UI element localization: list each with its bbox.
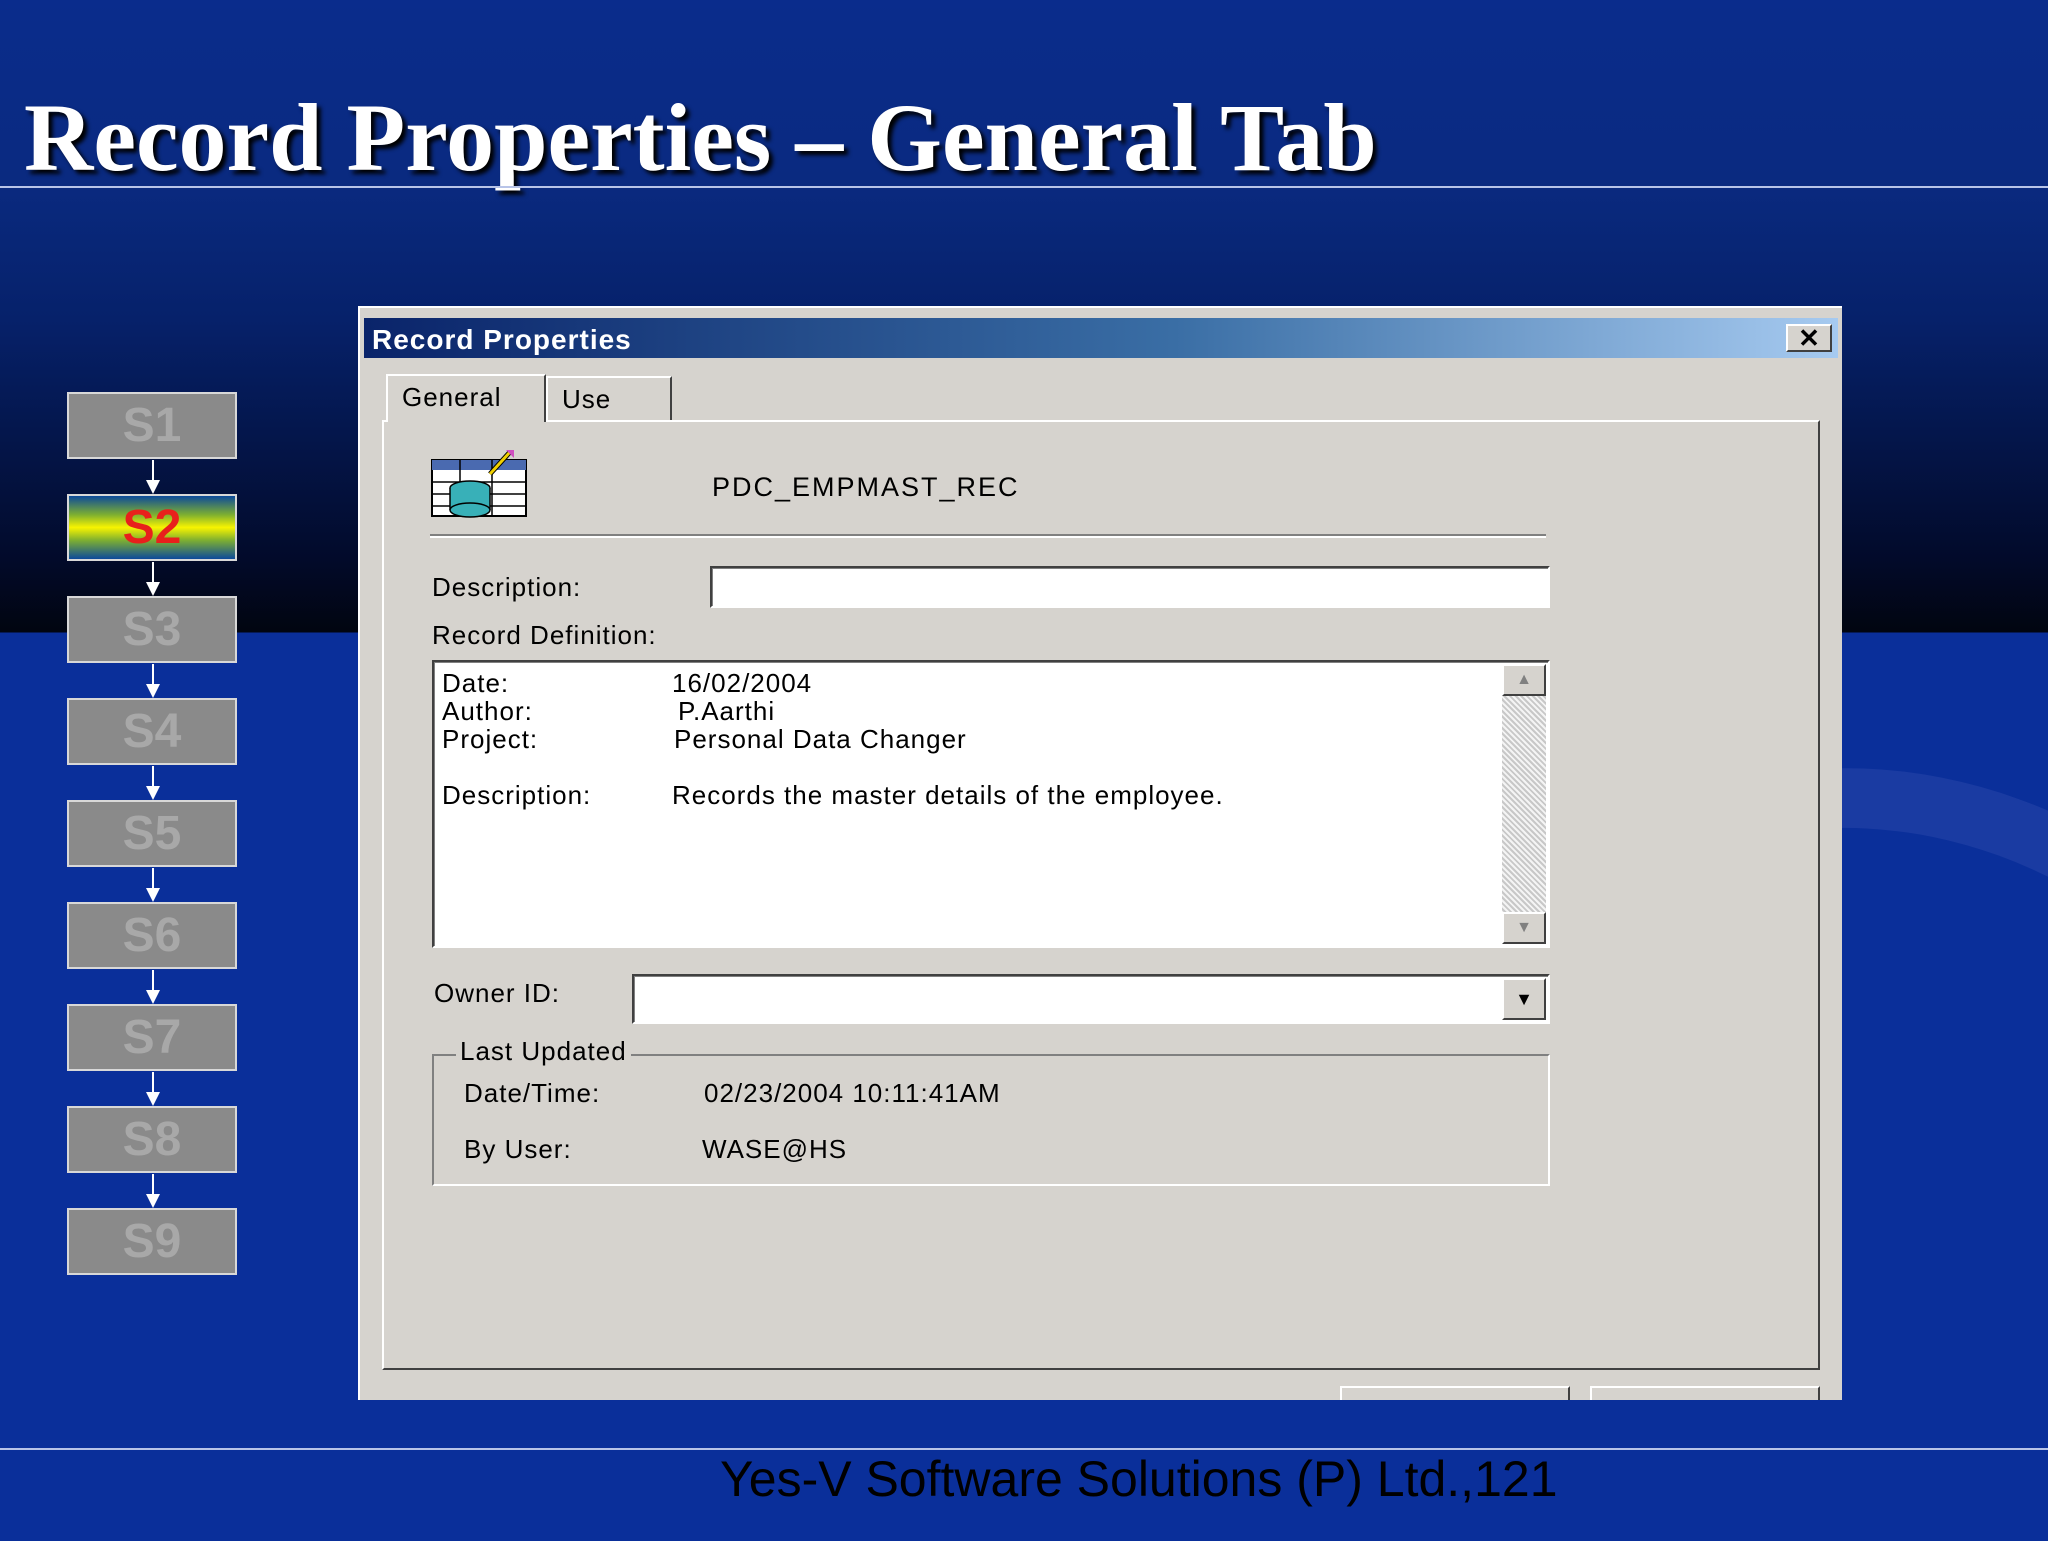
arrow-down-icon <box>146 1072 160 1106</box>
scroll-up-button[interactable]: ▲ <box>1502 664 1546 696</box>
tab-use[interactable]: Use <box>546 376 672 420</box>
step-s5: S5 <box>67 800 237 867</box>
scroll-down-button[interactable]: ▼ <box>1502 912 1546 944</box>
dialog-titlebar[interactable]: Record Properties ✕ <box>364 318 1838 358</box>
header-separator <box>430 534 1546 538</box>
by-user-value: WASE@HS <box>702 1134 848 1164</box>
arrow-down-icon <box>146 868 160 902</box>
arrow-down-icon <box>146 970 160 1004</box>
dialog-title: Record Properties <box>372 324 632 355</box>
arrow-down-icon <box>146 664 160 698</box>
record-properties-dialog: Record Properties ✕ General Use PDC_EMPM… <box>358 306 1842 1400</box>
slide-footer: Yes-V Software Solutions (P) Ltd.,121 <box>720 1451 1558 1507</box>
step-s2-active: S2 <box>67 494 237 561</box>
definition-value-project: Personal Data Changer <box>674 724 967 754</box>
arrow-up-icon: ▲ <box>1516 671 1532 688</box>
owner-id-dropdown-button[interactable]: ▼ <box>1502 978 1546 1020</box>
owner-id-label: Owner ID: <box>434 978 561 1008</box>
definition-key-description: Description: <box>442 780 592 810</box>
owner-id-select[interactable]: ▼ <box>632 974 1550 1024</box>
arrow-down-icon <box>146 460 160 494</box>
cancel-button[interactable] <box>1590 1386 1820 1400</box>
definition-value-date: 16/02/2004 <box>672 668 813 698</box>
record-name: PDC_EMPMAST_REC <box>712 472 1020 502</box>
step-s7: S7 <box>67 1004 237 1071</box>
chevron-down-icon: ▼ <box>1515 988 1533 1009</box>
tab-general[interactable]: General <box>386 374 546 422</box>
step-s4: S4 <box>67 698 237 765</box>
record-definition-textarea[interactable]: Date: 16/02/2004 Author: P.Aarthi Projec… <box>432 660 1550 948</box>
step-s3: S3 <box>67 596 237 663</box>
ok-button[interactable] <box>1340 1386 1570 1400</box>
record-table-icon <box>431 450 527 518</box>
definition-value-author: P.Aarthi <box>678 696 776 726</box>
description-label: Description: <box>432 572 582 602</box>
step-s9: S9 <box>67 1208 237 1275</box>
date-time-value: 02/23/2004 10:11:41AM <box>704 1078 1001 1108</box>
step-s6: S6 <box>67 902 237 969</box>
definition-key-author: Author: <box>442 696 533 726</box>
arrow-down-icon <box>146 562 160 596</box>
description-input[interactable] <box>710 566 1550 608</box>
close-button[interactable]: ✕ <box>1786 322 1832 353</box>
definition-key-project: Project: <box>442 724 539 754</box>
step-s1: S1 <box>67 392 237 459</box>
arrow-down-icon <box>146 766 160 800</box>
slide-title: Record Properties – General Tab <box>24 84 1377 191</box>
by-user-label: By User: <box>464 1134 572 1164</box>
close-icon: ✕ <box>1798 322 1820 353</box>
vertical-scrollbar[interactable]: ▲ ▼ <box>1502 664 1546 944</box>
step-s8: S8 <box>67 1106 237 1173</box>
date-time-label: Date/Time: <box>464 1078 601 1108</box>
last-updated-legend: Last Updated <box>456 1036 631 1067</box>
arrow-down-icon: ▼ <box>1516 919 1532 936</box>
arrow-down-icon <box>146 1174 160 1208</box>
last-updated-group: Last Updated Date/Time: 02/23/2004 10:11… <box>432 1036 1550 1186</box>
record-definition-label: Record Definition: <box>432 620 657 650</box>
definition-key-date: Date: <box>442 668 510 698</box>
title-divider <box>0 186 2048 188</box>
definition-value-description: Records the master details of the employ… <box>672 780 1224 810</box>
